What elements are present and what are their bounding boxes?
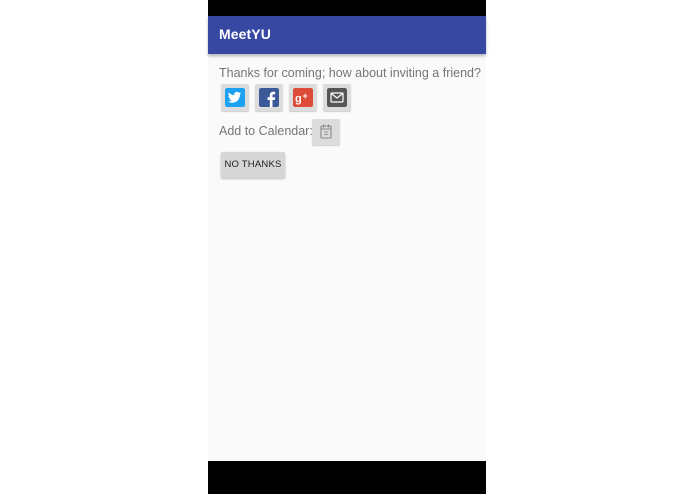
email-share-button[interactable] — [323, 84, 351, 111]
svg-text:g: g — [295, 93, 302, 105]
no-thanks-button[interactable]: NO THANKS — [221, 152, 285, 178]
invite-prompt: Thanks for coming; how about inviting a … — [219, 66, 481, 80]
facebook-share-button[interactable] — [255, 84, 283, 111]
calendar-icon — [320, 124, 332, 139]
twitter-icon — [225, 88, 245, 107]
phone-frame: MeetYU Thanks for coming; how about invi… — [208, 0, 486, 494]
email-icon — [327, 88, 347, 107]
app-title: MeetYU — [219, 26, 271, 42]
calendar-label: Add to Calendar: — [219, 124, 313, 138]
main-content: Thanks for coming; how about inviting a … — [208, 54, 486, 461]
svg-text:+: + — [303, 91, 308, 101]
facebook-icon — [259, 88, 279, 107]
google-plus-icon: g + — [293, 88, 313, 107]
status-bar — [208, 0, 486, 16]
app-bar: MeetYU — [208, 16, 486, 54]
twitter-share-button[interactable] — [221, 84, 249, 111]
google-plus-share-button[interactable]: g + — [289, 84, 317, 111]
add-to-calendar-button[interactable] — [312, 119, 340, 145]
navigation-bar — [208, 461, 486, 494]
